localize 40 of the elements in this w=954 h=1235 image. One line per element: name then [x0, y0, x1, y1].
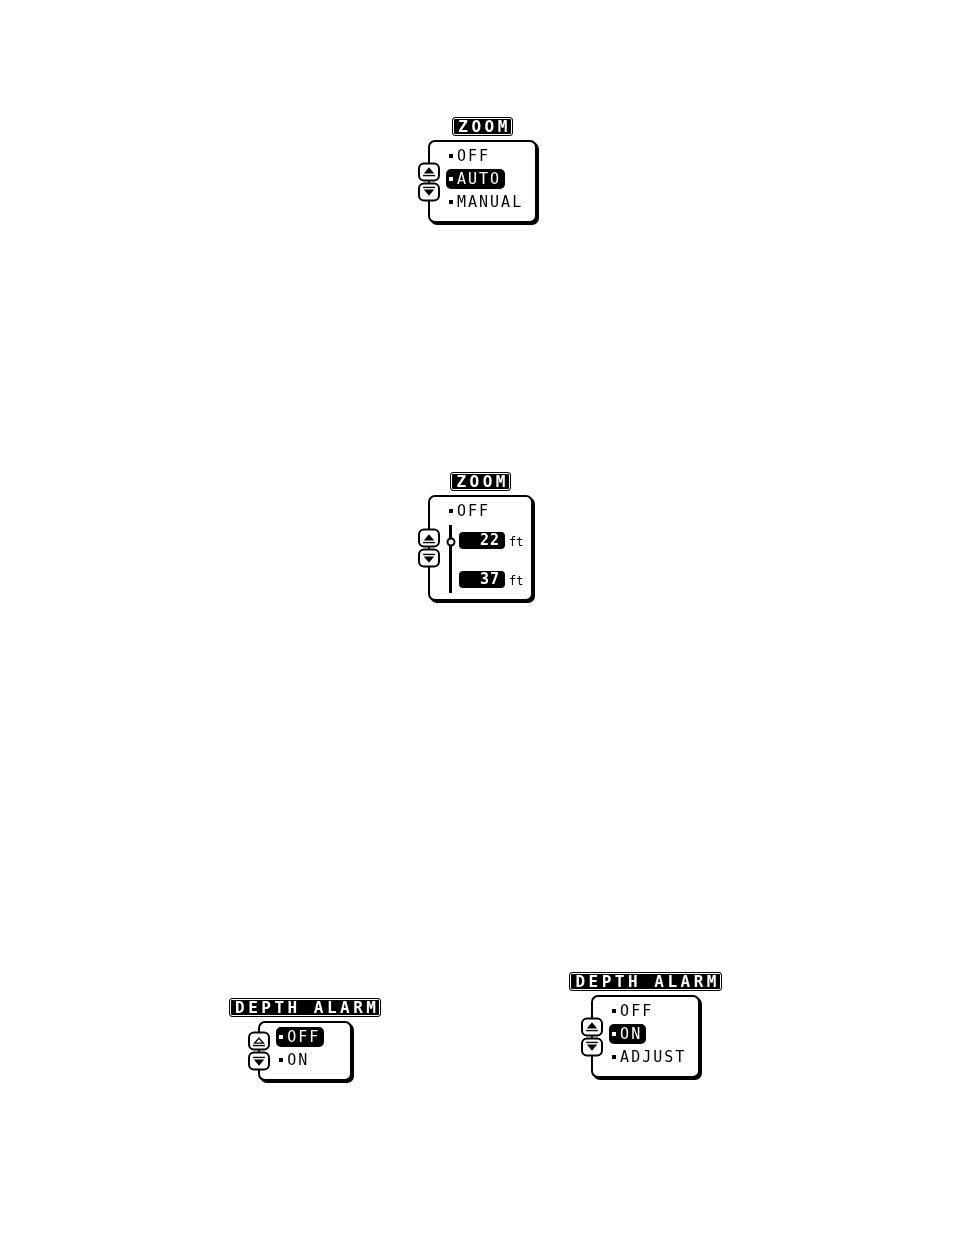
scroll-up-button[interactable]	[581, 1017, 604, 1036]
bullet-icon	[612, 1032, 617, 1036]
menu-option[interactable]: OFF	[609, 1001, 658, 1021]
down-triangle-icon	[586, 1041, 599, 1052]
bullet-icon	[449, 200, 453, 204]
scroll-down-button[interactable]	[581, 1037, 604, 1056]
scroll-down-button[interactable]	[418, 182, 440, 201]
bullet-icon	[279, 1035, 284, 1039]
menu-option[interactable]: ON	[609, 1024, 647, 1044]
menu-title: DEPTH ALARM	[570, 973, 721, 990]
menu-option[interactable]: AUTO	[446, 169, 506, 189]
menu-option[interactable]: MANUAL	[446, 192, 528, 212]
bullet-icon	[279, 1058, 284, 1062]
bullet-icon	[612, 1055, 617, 1059]
menu-option[interactable]: ADJUST	[609, 1047, 691, 1067]
bullet-icon	[449, 154, 453, 158]
slider-track[interactable]	[449, 525, 452, 593]
scroll-up-button[interactable]	[418, 162, 440, 181]
value-field[interactable]: 22	[459, 532, 505, 549]
menu-option[interactable]: OFF	[446, 501, 495, 521]
bullet-icon	[449, 509, 453, 513]
unit-label: ft	[509, 535, 524, 549]
scroll-down-button[interactable]	[418, 548, 440, 568]
slider-thumb[interactable]	[446, 537, 455, 547]
value-field[interactable]: 37	[459, 571, 505, 588]
scroll-up-button[interactable]	[248, 1031, 271, 1051]
down-triangle-icon	[423, 553, 435, 563]
menu-title: ZOOM	[453, 118, 512, 135]
scroll-down-button[interactable]	[248, 1051, 271, 1071]
down-triangle-icon	[423, 186, 435, 197]
scroll-up-button[interactable]	[418, 528, 440, 548]
unit-label: ft	[509, 574, 524, 588]
menu-title: ZOOM	[451, 473, 510, 490]
menu-option[interactable]: OFF	[446, 146, 495, 166]
menu-option[interactable]: ON	[276, 1050, 314, 1070]
menu-option[interactable]: OFF	[276, 1027, 325, 1047]
down-triangle-icon	[253, 1056, 266, 1066]
bullet-icon	[612, 1009, 617, 1013]
menu-title: DEPTH ALARM	[230, 999, 381, 1016]
bullet-icon	[449, 177, 453, 181]
